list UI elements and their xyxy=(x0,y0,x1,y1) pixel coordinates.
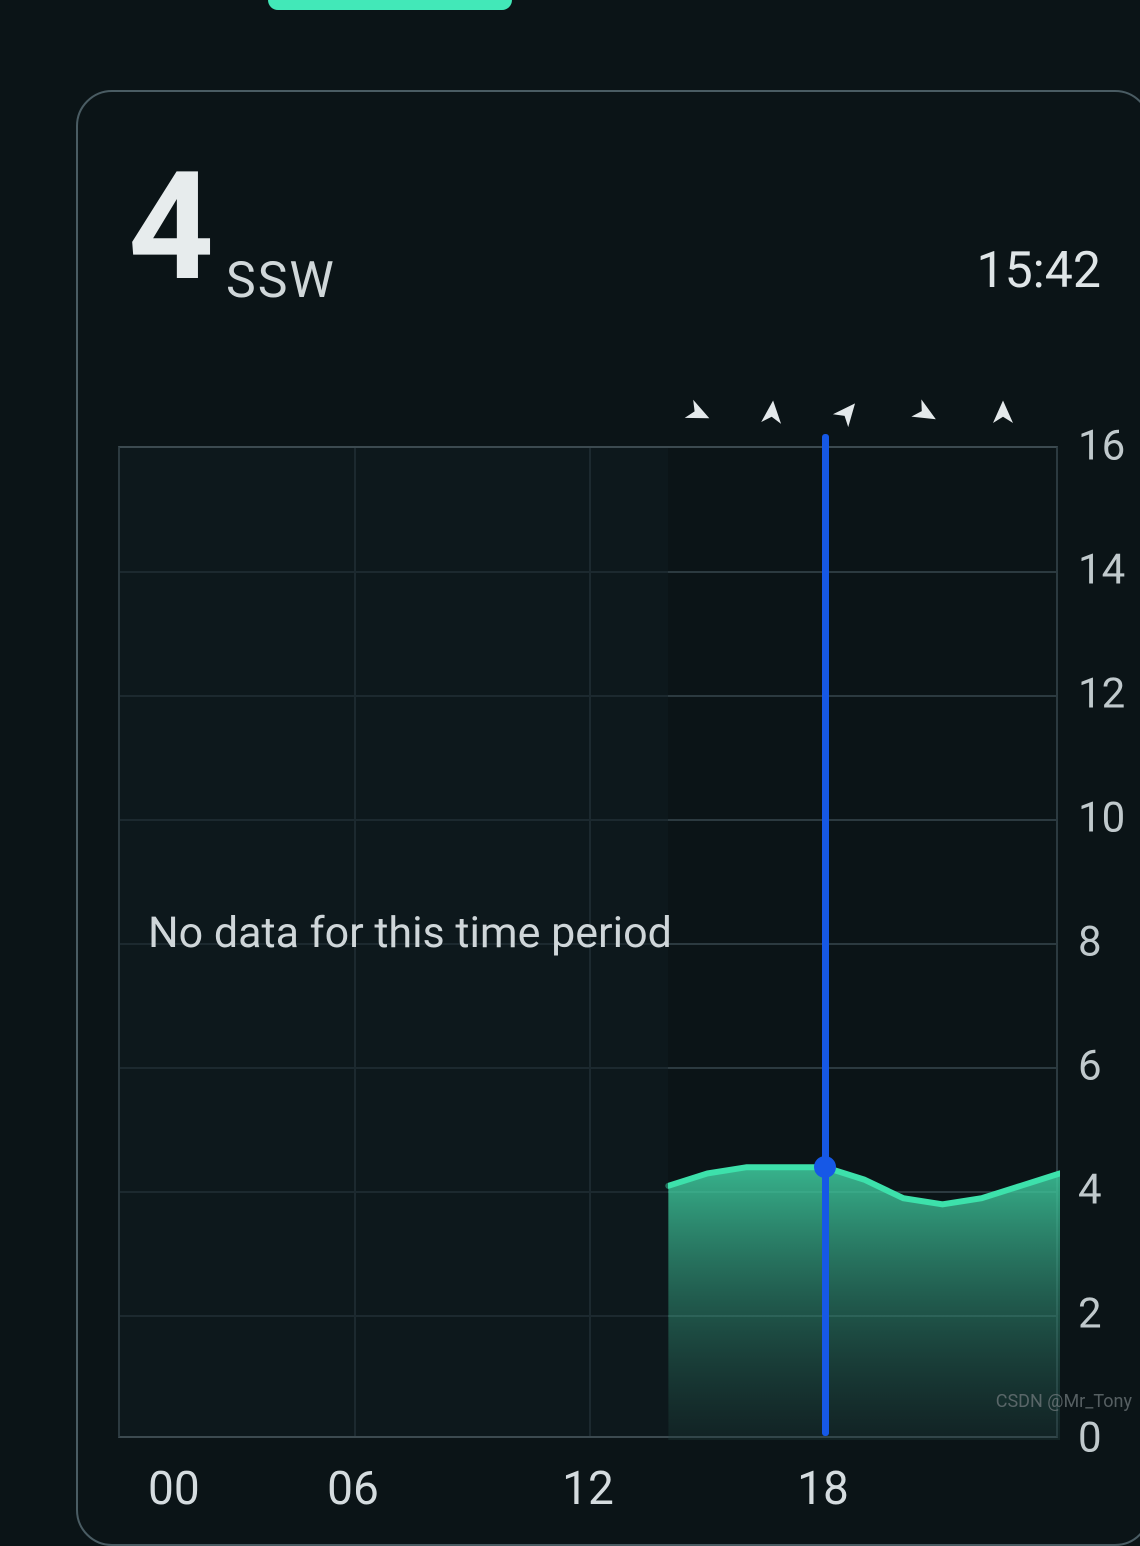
x-tick-label: 00 xyxy=(148,1462,200,1516)
wind-speed-value: 4 xyxy=(128,152,208,302)
x-axis: 00 06 12 18 xyxy=(118,1462,1058,1522)
wind-direction-label: SSW xyxy=(226,252,336,310)
wind-direction-arrow-icon xyxy=(988,398,1018,428)
wind-direction-arrows xyxy=(118,398,1058,438)
y-tick-label: 12 xyxy=(1078,670,1125,719)
wind-direction-arrow-icon xyxy=(904,393,945,434)
time-cursor-dot[interactable] xyxy=(814,1156,836,1178)
wind-card: 4 SSW 15:42 No data for this time period… xyxy=(76,90,1140,1546)
y-tick-label: 2 xyxy=(1078,1290,1102,1339)
wind-direction-arrow-icon xyxy=(825,392,867,434)
y-axis: 0246810121416 xyxy=(1078,446,1140,1456)
active-tab-indicator[interactable] xyxy=(268,0,512,10)
no-data-label: No data for this time period xyxy=(148,908,672,958)
y-tick-label: 8 xyxy=(1078,918,1102,967)
y-tick-label: 16 xyxy=(1078,422,1125,471)
y-tick-label: 0 xyxy=(1078,1414,1102,1463)
current-time-label: 15:42 xyxy=(976,242,1101,300)
y-tick-label: 6 xyxy=(1078,1042,1102,1091)
y-tick-label: 4 xyxy=(1078,1166,1102,1215)
tab-bar xyxy=(0,0,1140,30)
wind-direction-arrow-icon xyxy=(678,393,718,433)
x-tick-label: 12 xyxy=(562,1462,614,1516)
wind-direction-arrow-icon xyxy=(756,397,789,430)
time-cursor[interactable] xyxy=(822,434,829,1436)
watermark: CSDN @Mr_Tony xyxy=(996,1391,1132,1412)
y-tick-label: 10 xyxy=(1078,794,1125,843)
y-tick-label: 14 xyxy=(1078,546,1125,595)
wind-chart[interactable]: No data for this time period xyxy=(118,446,1058,1438)
x-tick-label: 18 xyxy=(797,1462,849,1516)
x-tick-label: 06 xyxy=(327,1462,379,1516)
